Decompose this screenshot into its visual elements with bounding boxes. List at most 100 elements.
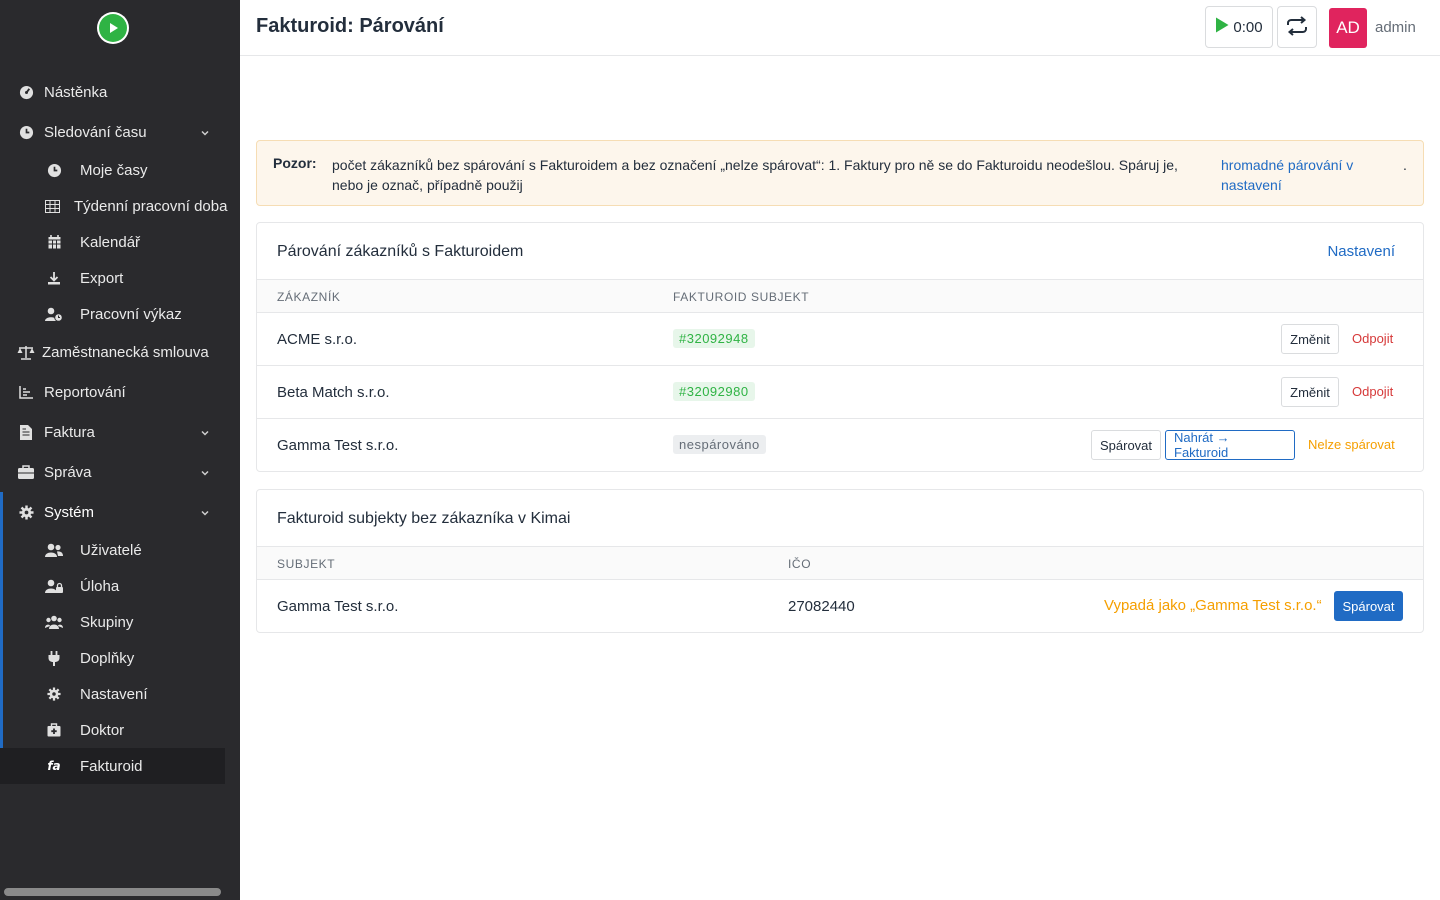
change-button[interactable]: Změnit [1281,377,1339,407]
sidebar-item-label: Týdenní pracovní doba [74,197,228,215]
sidebar-item-time-tracking[interactable]: Sledování času [0,114,225,150]
plug-icon [45,649,63,667]
sidebar-item-label: Zaměstnanecká smlouva [42,343,209,361]
table-row: Gamma Test s.r.o. 27082440 Vypadá jako „… [257,580,1423,633]
sidebar-item-role[interactable]: Úloha [0,568,225,604]
table-icon [43,197,61,215]
user-lock-icon [45,577,63,595]
subject-id-badge: #32092980 [673,382,755,401]
medkit-icon [45,721,63,739]
match-suggestion: Vypadá jako „Gamma Test s.r.o.“ [1104,597,1322,614]
sidebar-item-label: Správa [44,463,92,481]
bulk-pairing-settings-link[interactable]: hromadné párování v nastavení [1221,155,1391,195]
column-header-subject: Subjekt [277,557,336,571]
column-header-ico: IČO [788,557,812,571]
chevron-down-icon [199,426,211,438]
sidebar-item-label: Moje časy [80,161,148,179]
gear-icon [45,685,63,703]
sidebar-item-calendar[interactable]: Kalendář [0,224,225,260]
sidebar-item-label: Doktor [80,721,125,739]
sidebar-item-label: Doplňky [80,649,135,667]
sidebar-item-label: Fakturoid [80,757,143,775]
sidebar-item-label: Sledování času [44,123,147,141]
sidebar-item-groups[interactable]: Skupiny [0,604,225,640]
start-timer-button[interactable]: 0:00 [1205,6,1273,48]
clock-icon [45,161,63,179]
sidebar-item-label: Export [80,269,124,287]
sidebar-item-settings[interactable]: Nastavení [0,676,225,712]
customer-pairing-card: Párování zákazníků s Fakturoidem Nastave… [256,222,1424,472]
fakturoid-icon: fa [47,759,61,773]
sidebar-item-work-report[interactable]: Pracovní výkaz [0,296,225,332]
alert-label: Pozor: [273,155,317,171]
sidebar-item-reporting[interactable]: Reportování [0,374,225,410]
alert-text: počet zákazníků bez spárování s Fakturoi… [332,157,1178,193]
sidebar-item-invoice[interactable]: Faktura [0,414,225,450]
sidebar-item-my-times[interactable]: Moje časy [0,152,225,188]
chevron-down-icon [199,466,211,478]
group-icon [45,613,63,631]
calendar-icon [45,233,63,251]
settings-link[interactable]: Nastavení [1327,243,1395,260]
sidebar-item-fakturoid[interactable]: fa Fakturoid [0,748,225,784]
chevron-down-icon [199,506,211,518]
dashboard-icon [17,83,35,101]
sidebar-item-system[interactable]: Systém [0,494,225,530]
sidebar-item-weekly-hours[interactable]: Týdenní pracovní doba [0,188,228,224]
column-header-customer: Zákazník [277,290,341,304]
timer-value: 0:00 [1233,18,1263,36]
customer-name: Beta Match s.r.o. [277,384,390,401]
avatar[interactable]: AD [1329,8,1367,48]
sidebar-item-doctor[interactable]: Doktor [0,712,225,748]
page-title: Fakturoid: Párování [256,15,444,37]
subject-id-badge: #32092948 [673,329,755,348]
user-clock-icon [45,305,63,323]
user-name[interactable]: admin [1375,19,1416,36]
sidebar-item-export[interactable]: Export [0,260,225,296]
table-row: Beta Match s.r.o. #32092980 Změnit Odpoj… [257,366,1423,419]
chart-icon [17,383,35,401]
clock-icon [17,123,35,141]
alert-trailing: . [1403,157,1407,173]
sync-icon [1286,15,1308,39]
top-header: Fakturoid: Párování 0:00 AD admin [240,0,1440,56]
gear-icon [17,503,35,521]
table-header: Zákazník Fakturoid subjekt [257,279,1423,313]
sidebar-scrollbar[interactable] [4,888,221,896]
unmatched-subjects-card: Fakturoid subjekty bez zákazníka v Kimai… [256,489,1424,633]
sidebar-item-plugins[interactable]: Doplňky [0,640,225,676]
upload-to-fakturoid-button[interactable]: Nahrát → Fakturoid [1165,430,1295,460]
sidebar-item-label: Nástěnka [44,83,108,101]
sidebar-item-label: Úloha [80,577,120,595]
subject-name: Gamma Test s.r.o. [277,598,399,615]
sidebar-item-employment-contract[interactable]: Zaměstnanecká smlouva [0,334,225,370]
sync-button[interactable] [1277,6,1317,48]
app-logo[interactable] [97,12,129,44]
chevron-down-icon [199,126,211,138]
play-logo-icon [99,14,127,42]
sidebar-item-administration[interactable]: Správa [0,454,225,490]
disconnect-link[interactable]: Odpojit [1352,384,1393,399]
cannot-pair-link[interactable]: Nelze spárovat [1308,437,1395,452]
warning-alert: Pozor: počet zákazníků bez spárování s F… [256,140,1424,206]
disconnect-link[interactable]: Odpojit [1352,331,1393,346]
table-row: ACME s.r.o. #32092948 Změnit Odpojit [257,313,1423,366]
sidebar: Nástěnka Sledování času Moje časy Týdenn… [0,0,240,900]
table-row: Gamma Test s.r.o. nespárováno Spárovat N… [257,419,1423,472]
sidebar-item-users[interactable]: Uživatelé [0,532,225,568]
users-icon [45,541,63,559]
sidebar-item-dashboard[interactable]: Nástěnka [0,74,225,110]
pair-button[interactable]: Spárovat [1334,591,1403,621]
briefcase-icon [17,463,35,481]
sidebar-item-label: Reportování [44,383,126,401]
sidebar-item-label: Pracovní výkaz [80,305,182,323]
pair-button[interactable]: Spárovat [1091,430,1161,460]
card-title: Fakturoid subjekty bez zákazníka v Kimai [277,510,571,527]
sidebar-item-label: Kalendář [80,233,141,251]
change-button[interactable]: Změnit [1281,324,1339,354]
table-header: Subjekt IČO [257,546,1423,580]
customer-name: Gamma Test s.r.o. [277,437,399,454]
sidebar-item-label: Nastavení [80,685,148,703]
scale-icon [17,343,35,361]
unpaired-badge: nespárováno [673,435,766,454]
